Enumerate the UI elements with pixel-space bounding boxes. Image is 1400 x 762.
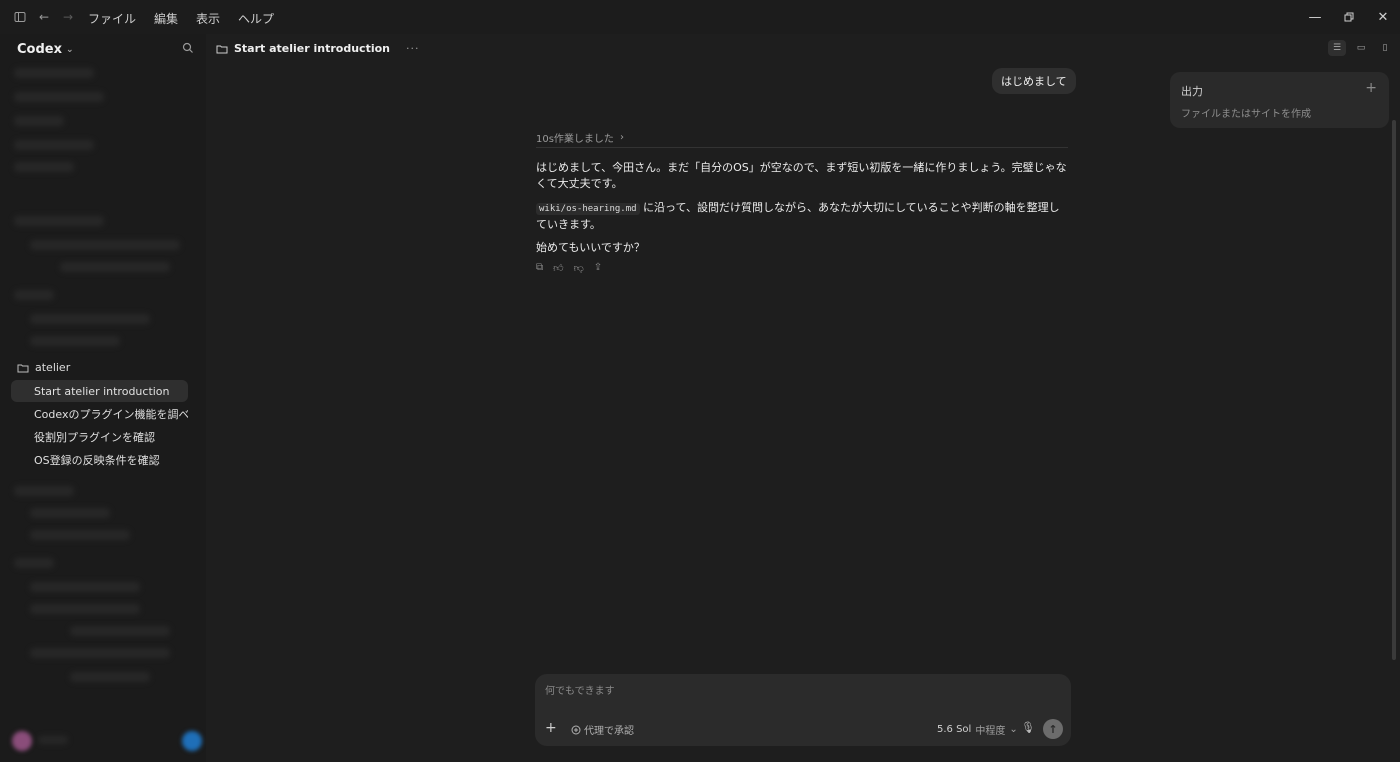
thread-label: 役割別プラグインを確認 <box>34 431 155 444</box>
thumbs-down-icon[interactable]: 👎︎ <box>574 262 584 274</box>
avatar[interactable] <box>12 731 32 751</box>
blurred-item <box>14 116 64 126</box>
panel-right-icon[interactable]: ▯ <box>1376 40 1394 56</box>
search-icon[interactable] <box>182 42 194 57</box>
blurred-item <box>70 626 170 636</box>
blurred-item <box>14 92 104 102</box>
sidebar-thread-2[interactable]: Codexのプラグイン機能を調べる <box>11 403 188 425</box>
send-button[interactable]: ↑ <box>1043 719 1063 739</box>
assistant-paragraph-1: はじめまして、今田さん。まだ「自分のOS」が空なので、まず短い初版を一緒に作りま… <box>536 161 1067 190</box>
sidebar: Codex ⌄ atelier Start atelier introducti… <box>0 34 206 762</box>
folder-label: atelier <box>35 361 71 374</box>
blurred-item <box>30 314 150 324</box>
blurred-item <box>70 672 150 682</box>
approve-mode-button[interactable]: 代理で承認 <box>571 722 634 737</box>
blurred-item <box>14 216 104 226</box>
folder-icon <box>216 45 228 53</box>
thread-label: Codexのプラグイン機能を調べる <box>34 408 188 421</box>
output-panel-subtitle: ファイルまたはサイトを作成 <box>1181 109 1311 120</box>
model-selector[interactable]: 5.6 Sol 中程度 ⌄ <box>937 722 1018 737</box>
blurred-item <box>14 162 74 172</box>
blurred-item <box>14 486 74 496</box>
blurred-item <box>14 290 54 300</box>
menu-file[interactable]: ファイル <box>88 10 136 27</box>
blurred-item <box>14 68 94 78</box>
assistant-paragraph-2: wiki/os-hearing.md に沿って、設問だけ質問しながら、あなたが大… <box>536 200 1070 233</box>
message-actions: ⧉ 👍︎ 👎︎ ⇪ <box>536 262 602 274</box>
thumbs-up-icon[interactable]: 👍︎ <box>553 262 563 274</box>
blurred-item <box>60 262 170 272</box>
thread-label: OS登録の反映条件を確認 <box>34 454 160 467</box>
back-arrow-icon[interactable]: ← <box>36 9 52 25</box>
worked-summary[interactable]: 10s作業しました › <box>536 130 624 145</box>
thread-label: Start atelier introduction <box>34 384 170 398</box>
blurred-item <box>30 240 180 250</box>
output-panel-title: 出力 <box>1181 85 1203 98</box>
blurred-item <box>14 558 54 568</box>
more-options-icon[interactable]: ··· <box>406 42 420 55</box>
app-switcher[interactable]: Codex ⌄ <box>17 42 74 57</box>
composer: + 代理で承認 5.6 Sol 中程度 ⌄ 🎙︎ ↑ <box>535 674 1071 746</box>
window-controls: — ✕ <box>1298 0 1400 34</box>
app-name: Codex <box>17 42 62 57</box>
chevron-down-icon: ⌄ <box>1009 724 1018 735</box>
folder-icon <box>17 364 29 372</box>
blurred-item <box>30 648 170 658</box>
folder-atelier[interactable]: atelier <box>17 361 70 374</box>
add-output-icon[interactable]: + <box>1365 80 1377 96</box>
share-icon[interactable]: ⇪ <box>594 262 602 274</box>
chevron-right-icon: › <box>619 132 624 143</box>
list-view-icon[interactable]: ☰ <box>1328 40 1346 56</box>
approve-label: 代理で承認 <box>584 726 634 737</box>
main-panel: Start atelier introduction ··· ☰ ▭ ▯ はじめ… <box>206 34 1400 762</box>
blurred-item <box>30 508 110 518</box>
sidebar-thread-4[interactable]: OS登録の反映条件を確認 <box>11 449 188 471</box>
add-attachment-icon[interactable]: + <box>545 720 557 736</box>
model-name: 5.6 Sol <box>937 724 972 735</box>
close-icon[interactable]: ✕ <box>1366 0 1400 34</box>
blurred-item <box>38 736 68 744</box>
menu-bar: ファイル 編集 表示 ヘルプ <box>88 10 274 27</box>
chevron-down-icon: ⌄ <box>65 44 74 55</box>
panel-bottom-icon[interactable]: ▭ <box>1352 40 1370 56</box>
blurred-item <box>14 140 94 150</box>
account-badge[interactable] <box>182 731 202 751</box>
menu-edit[interactable]: 編集 <box>154 10 178 27</box>
inline-code: wiki/os-hearing.md <box>536 203 640 215</box>
output-panel: 出力 + ファイルまたはサイトを作成 <box>1170 72 1389 128</box>
sidebar-thread-1[interactable]: Start atelier introduction <box>11 380 188 402</box>
copy-icon[interactable]: ⧉ <box>536 262 543 274</box>
minimize-icon[interactable]: — <box>1298 0 1332 34</box>
user-message-text: はじめまして <box>1001 75 1067 88</box>
approve-icon <box>571 725 581 734</box>
effort-level: 中程度 <box>975 726 1006 737</box>
divider <box>536 147 1068 148</box>
restore-icon[interactable] <box>1332 0 1366 34</box>
menu-view[interactable]: 表示 <box>196 10 220 27</box>
prompt-input[interactable] <box>545 682 1055 700</box>
blurred-item <box>30 530 130 540</box>
worked-label: 10s作業しました <box>536 134 614 145</box>
blurred-item <box>30 582 140 592</box>
forward-arrow-icon[interactable]: → <box>60 9 76 25</box>
page-title: Start atelier introduction <box>234 42 390 55</box>
thread-title: Start atelier introduction ··· <box>216 42 420 55</box>
sidebar-thread-3[interactable]: 役割別プラグインを確認 <box>11 426 188 448</box>
title-bar: ← → ファイル 編集 表示 ヘルプ — ✕ <box>0 0 1400 34</box>
scrollbar[interactable] <box>1392 120 1396 660</box>
sidebar-toggle-icon[interactable] <box>12 9 28 25</box>
title-bar-controls: ← → <box>12 9 76 25</box>
menu-help[interactable]: ヘルプ <box>238 10 274 27</box>
user-message: はじめまして <box>992 68 1076 94</box>
blurred-item <box>30 604 140 614</box>
view-toggles: ☰ ▭ ▯ <box>1328 40 1394 56</box>
blurred-item <box>30 336 120 346</box>
microphone-icon[interactable]: 🎙︎ <box>1021 721 1035 734</box>
assistant-paragraph-3: 始めてもいいですか？ <box>536 241 645 254</box>
